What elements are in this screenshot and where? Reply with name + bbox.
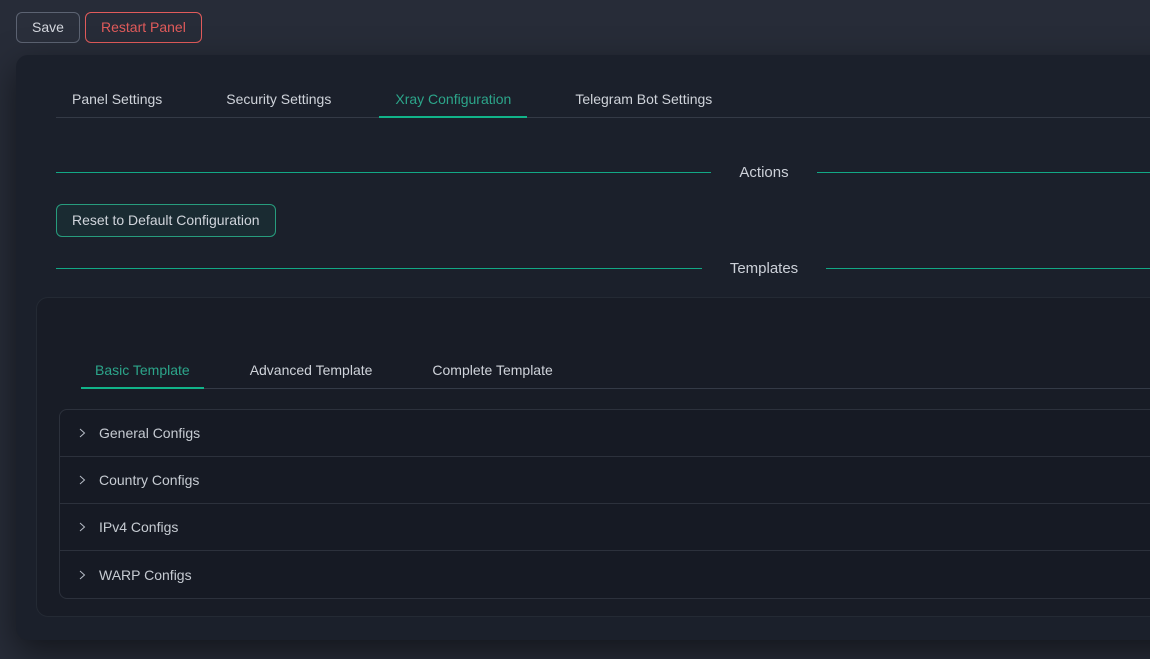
reset-default-configuration-button[interactable]: Reset to Default Configuration bbox=[56, 204, 276, 237]
collapse-warp-configs[interactable]: WARP Configs bbox=[60, 551, 1150, 598]
divider-line bbox=[56, 172, 711, 173]
topbar: Save Restart Panel bbox=[0, 0, 1150, 55]
restart-panel-button[interactable]: Restart Panel bbox=[85, 12, 202, 43]
tab-panel-settings[interactable]: Panel Settings bbox=[56, 80, 178, 118]
tab-xray-configuration[interactable]: Xray Configuration bbox=[379, 80, 527, 118]
chevron-right-icon[interactable] bbox=[76, 427, 88, 439]
chevron-right-icon[interactable] bbox=[76, 474, 88, 486]
settings-card: Panel Settings Security Settings Xray Co… bbox=[16, 55, 1150, 640]
chevron-right-icon[interactable] bbox=[76, 569, 88, 581]
tab-security-settings[interactable]: Security Settings bbox=[210, 80, 347, 118]
collapse-general-configs[interactable]: General Configs bbox=[60, 410, 1150, 457]
templates-card: Basic Template Advanced Template Complet… bbox=[36, 297, 1150, 617]
save-button[interactable]: Save bbox=[16, 12, 80, 43]
configs-collapse: General Configs Country Configs IPv4 Con… bbox=[59, 409, 1150, 599]
chevron-right-icon[interactable] bbox=[76, 521, 88, 533]
collapse-label: General Configs bbox=[99, 425, 200, 441]
templates-divider: Templates bbox=[56, 256, 1150, 280]
divider-line bbox=[817, 172, 1150, 173]
collapse-label: WARP Configs bbox=[99, 567, 192, 583]
collapse-label: Country Configs bbox=[99, 472, 199, 488]
templates-tabbar: Basic Template Advanced Template Complet… bbox=[81, 351, 1150, 389]
collapse-country-configs[interactable]: Country Configs bbox=[60, 457, 1150, 504]
tab-advanced-template[interactable]: Advanced Template bbox=[236, 351, 387, 389]
actions-divider-label: Actions bbox=[711, 164, 816, 181]
collapse-ipv4-configs[interactable]: IPv4 Configs bbox=[60, 504, 1150, 551]
tab-complete-template[interactable]: Complete Template bbox=[418, 351, 566, 389]
collapse-label: IPv4 Configs bbox=[99, 519, 178, 535]
divider-line bbox=[826, 268, 1150, 269]
settings-tabbar: Panel Settings Security Settings Xray Co… bbox=[56, 80, 1150, 118]
tab-telegram-bot-settings[interactable]: Telegram Bot Settings bbox=[559, 80, 728, 118]
tab-basic-template[interactable]: Basic Template bbox=[81, 351, 204, 389]
actions-divider: Actions bbox=[56, 160, 1150, 184]
divider-line bbox=[56, 268, 702, 269]
templates-divider-label: Templates bbox=[702, 260, 826, 277]
